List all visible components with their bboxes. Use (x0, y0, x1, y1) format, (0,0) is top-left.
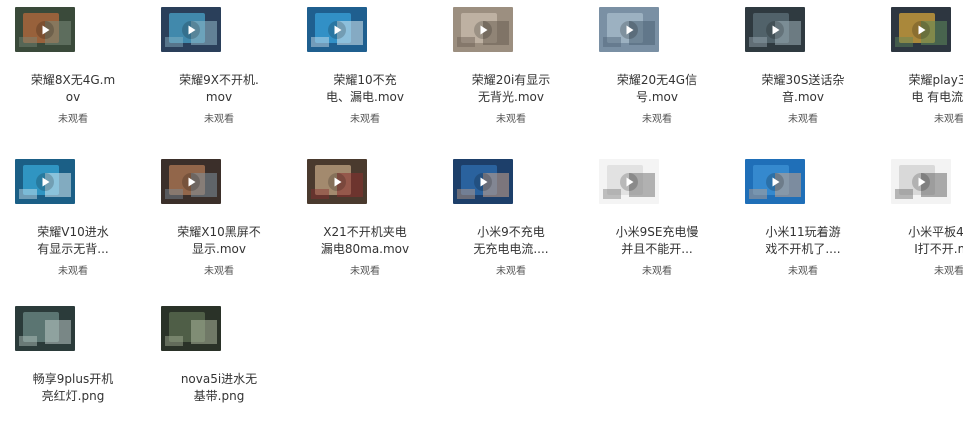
file-name: 荣耀X10黑屏不 显示.mov (177, 225, 261, 256)
video-thumbnail[interactable] (307, 159, 367, 204)
watch-status: 未观看 (934, 266, 963, 277)
file-name: 荣耀30S送话杂 音.mov (761, 73, 845, 104)
file-name: nova5i进水无 基带.png (180, 372, 258, 403)
file-name: 荣耀9X不开机. mov (179, 73, 259, 104)
watch-status: 未观看 (934, 114, 963, 125)
play-icon (182, 20, 200, 39)
watch-status: 未观看 (204, 114, 234, 125)
watch-status: 未观看 (496, 266, 526, 277)
watch-status: 未观看 (642, 266, 672, 277)
video-thumbnail[interactable] (745, 159, 805, 204)
video-file-item[interactable]: 荣耀X10黑屏不 显示.mov 未观看 (146, 152, 292, 292)
video-file-item[interactable]: 荣耀20无4G信 号.mov 未观看 (584, 0, 730, 140)
play-icon (620, 172, 638, 191)
video-thumbnail[interactable] (161, 7, 221, 52)
video-thumbnail[interactable] (599, 159, 659, 204)
video-file-item[interactable]: 小米11玩着游 戏不开机了.... 未观看 (730, 152, 876, 292)
play-icon (766, 20, 784, 39)
play-icon (182, 172, 200, 191)
video-thumbnail[interactable] (745, 7, 805, 52)
image-thumbnail[interactable] (15, 306, 75, 351)
watch-status: 未观看 (642, 114, 672, 125)
video-thumbnail[interactable] (307, 7, 367, 52)
file-name: 荣耀V10进水 有显示无背... (37, 225, 109, 256)
image-thumbnail[interactable] (161, 306, 221, 351)
play-icon (328, 20, 346, 39)
file-name: 荣耀20无4G信 号.mov (616, 73, 698, 104)
file-name: 小米11玩着游 戏不开机了.... (765, 225, 841, 256)
watch-status: 未观看 (204, 266, 234, 277)
play-icon (912, 20, 930, 39)
video-file-item[interactable]: 荣耀play3不充 电 有电流无... 未观看 (876, 0, 963, 140)
video-file-item[interactable]: X21不开机夹电 漏电80ma.mov 未观看 (292, 152, 438, 292)
file-name: 荣耀play3不充 电 有电流无... (908, 73, 963, 104)
watch-status: 未观看 (496, 114, 526, 125)
play-icon (766, 172, 784, 191)
file-name: 小米平板4 WIF I打不开.mov (908, 225, 963, 256)
file-name: 荣耀8X无4G.m ov (30, 73, 116, 104)
play-icon (36, 20, 54, 39)
file-name: 畅享9plus开机 亮红灯.png (32, 372, 114, 403)
watch-status: 未观看 (350, 114, 380, 125)
video-thumbnail[interactable] (891, 159, 951, 204)
watch-status: 未观看 (350, 266, 380, 277)
file-name: X21不开机夹电 漏电80ma.mov (320, 225, 410, 256)
video-file-item[interactable]: 小米9SE充电慢 并且不能开... 未观看 (584, 152, 730, 292)
watch-status: 未观看 (58, 114, 88, 125)
video-file-item[interactable]: 小米9不充电 无充电电流.... 未观看 (438, 152, 584, 292)
file-name: 荣耀20i有显示 无背光.mov (471, 73, 551, 104)
video-thumbnail[interactable] (15, 7, 75, 52)
video-thumbnail[interactable] (891, 7, 951, 52)
file-name: 荣耀10不充 电、漏电.mov (326, 73, 404, 104)
file-name: 小米9不充电 无充电电流.... (473, 225, 549, 256)
play-icon (36, 172, 54, 191)
video-file-item[interactable]: 小米平板4 WIF I打不开.mov 未观看 (876, 152, 963, 292)
video-thumbnail[interactable] (161, 159, 221, 204)
play-icon (474, 172, 492, 191)
video-file-item[interactable]: 荣耀9X不开机. mov 未观看 (146, 0, 292, 140)
watch-status: 未观看 (788, 266, 818, 277)
play-icon (620, 20, 638, 39)
play-icon (912, 172, 930, 191)
video-thumbnail[interactable] (453, 7, 513, 52)
play-icon (474, 20, 492, 39)
play-icon (328, 172, 346, 191)
video-file-item[interactable]: 荣耀30S送话杂 音.mov 未观看 (730, 0, 876, 140)
video-thumbnail[interactable] (453, 159, 513, 204)
image-file-item[interactable]: nova5i进水无 基带.png (146, 299, 292, 439)
image-file-item[interactable]: 畅享9plus开机 亮红灯.png (0, 299, 146, 439)
video-thumbnail[interactable] (15, 159, 75, 204)
video-file-item[interactable]: 荣耀V10进水 有显示无背... 未观看 (0, 152, 146, 292)
watch-status: 未观看 (788, 114, 818, 125)
watch-status: 未观看 (58, 266, 88, 277)
video-file-item[interactable]: 荣耀8X无4G.m ov 未观看 (0, 0, 146, 140)
video-thumbnail[interactable] (599, 7, 659, 52)
file-name: 小米9SE充电慢 并且不能开... (615, 225, 699, 256)
video-file-item[interactable]: 荣耀10不充 电、漏电.mov 未观看 (292, 0, 438, 140)
video-file-item[interactable]: 荣耀20i有显示 无背光.mov 未观看 (438, 0, 584, 140)
file-grid: 荣耀8X无4G.m ov 未观看 荣耀9X不开机. mov 未观看 荣耀10不充 电、漏… (0, 0, 963, 419)
